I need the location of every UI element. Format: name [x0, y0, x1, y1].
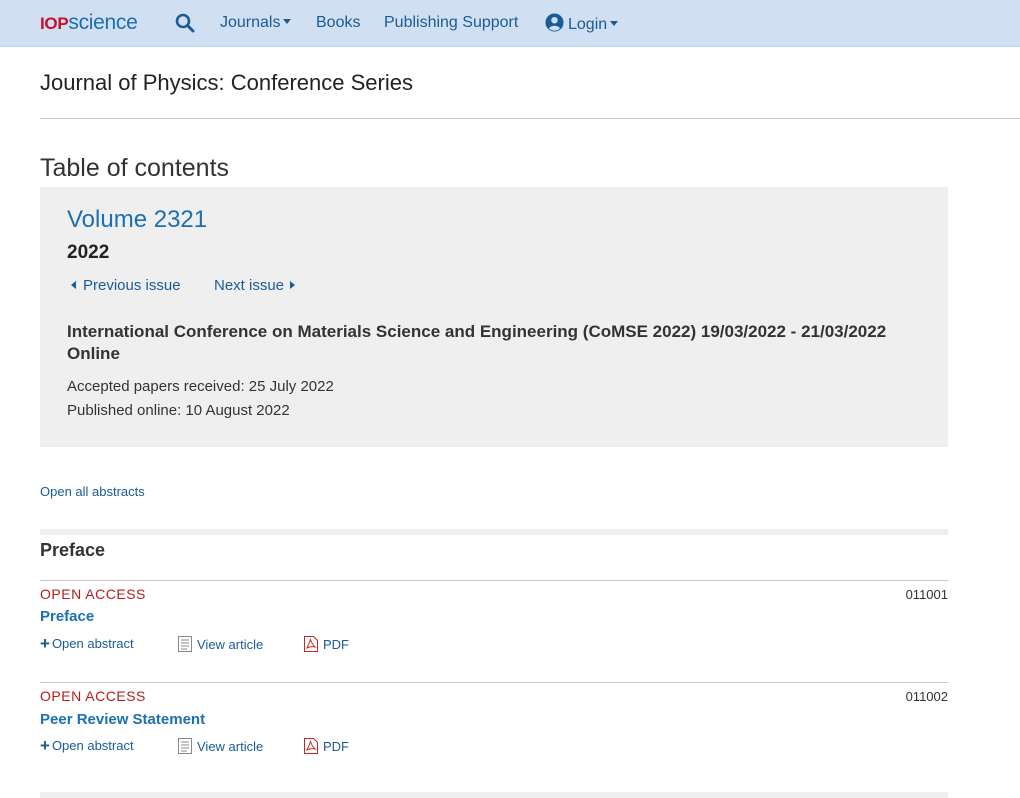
chevron-down-icon	[610, 21, 619, 26]
iopscience-logo[interactable]: IOPscience	[40, 11, 138, 36]
conference-name: International Conference on Materials Sc…	[67, 322, 887, 363]
nav-books-link[interactable]: Books	[316, 13, 360, 33]
open-abstract-label: Open abstract	[51, 738, 134, 753]
view-article-label: View article	[197, 637, 264, 652]
volume-year: 2022	[67, 242, 110, 263]
top-navbar: IOPscience Journals Books Publishing Sup…	[0, 0, 1020, 47]
next-issue-link[interactable]: Next issue	[214, 277, 296, 295]
document-icon	[178, 636, 192, 652]
user-circle-icon	[545, 13, 564, 38]
previous-issue-label: Previous issue	[83, 277, 181, 294]
section-divider	[40, 529, 948, 535]
nav-login-label: Login	[568, 16, 608, 33]
article-title-link[interactable]: Preface	[40, 608, 94, 626]
article-title-link[interactable]: Peer Review Statement	[40, 711, 205, 729]
open-abstract-button[interactable]: + Open abstract	[40, 736, 134, 755]
logo-iop-text: IOP	[40, 14, 69, 33]
nav-journals-label: Journals	[220, 14, 281, 31]
nav-journals-dropdown[interactable]: Journals	[220, 13, 292, 33]
page-title: Table of contents	[40, 154, 230, 182]
pdf-label: PDF	[323, 739, 349, 754]
previous-issue-link[interactable]: Previous issue	[71, 277, 181, 295]
article-number: 011002	[905, 689, 948, 704]
article-divider	[40, 682, 948, 683]
document-icon	[178, 738, 192, 754]
journal-title[interactable]: Journal of Physics: Conference Series	[40, 69, 413, 97]
open-all-abstracts-link[interactable]: Open all abstracts	[40, 484, 145, 500]
nav-books-label: Books	[316, 14, 361, 31]
published-date: Published online: 10 August 2022	[67, 402, 290, 419]
nav-login-dropdown[interactable]: Login	[545, 13, 619, 38]
view-article-link[interactable]: View article	[178, 738, 263, 755]
pdf-label: PDF	[323, 637, 349, 652]
next-issue-label: Next issue	[214, 277, 285, 294]
pdf-icon	[304, 738, 318, 754]
view-article-link[interactable]: View article	[178, 636, 263, 653]
nav-publishing-support-link[interactable]: Publishing Support	[384, 13, 518, 33]
open-abstract-label: Open abstract	[51, 636, 134, 651]
volume-info-box: Volume 2321 2022 Previous issue Next iss…	[40, 187, 948, 447]
logo-science-text: science	[68, 11, 138, 34]
pdf-icon	[304, 636, 318, 652]
accepted-date: Accepted papers received: 25 July 2022	[67, 378, 334, 395]
volume-title: Volume 2321	[67, 206, 208, 233]
open-abstract-button[interactable]: + Open abstract	[40, 634, 134, 653]
open-access-badge: OPEN ACCESS	[40, 688, 146, 704]
open-access-badge: OPEN ACCESS	[40, 586, 146, 602]
plus-icon: +	[40, 736, 50, 755]
pdf-link[interactable]: PDF	[304, 738, 349, 755]
caret-left-icon	[71, 281, 76, 289]
caret-right-icon	[290, 281, 296, 289]
divider	[40, 118, 1020, 119]
search-icon[interactable]	[175, 13, 197, 35]
view-article-label: View article	[197, 739, 264, 754]
section-divider	[40, 792, 948, 798]
chevron-down-icon	[283, 19, 292, 24]
plus-icon: +	[40, 634, 50, 653]
pdf-link[interactable]: PDF	[304, 636, 349, 653]
section-title: Preface	[40, 540, 106, 560]
article-number: 011001	[905, 587, 948, 602]
article-divider	[40, 580, 948, 581]
nav-publishing-support-label: Publishing Support	[384, 14, 519, 31]
